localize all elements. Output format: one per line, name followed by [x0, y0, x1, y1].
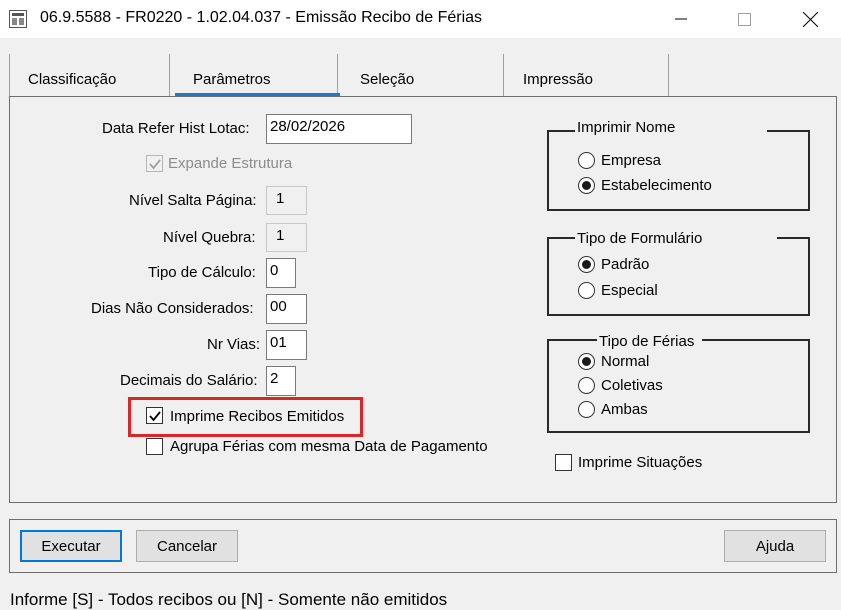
- imprime-situacoes-label: Imprime Situações: [578, 454, 703, 471]
- imprimir-nome-group: [547, 130, 810, 211]
- dias-nao-considerados-input[interactable]: 00: [266, 294, 307, 324]
- maximize-button[interactable]: [716, 0, 772, 38]
- status-text: Informe [S] - Todos recibos ou [N] - Som…: [10, 590, 448, 609]
- tipo-ferias-title: Tipo de Férias: [599, 333, 695, 350]
- group-border: [547, 339, 597, 341]
- radio-padrao[interactable]: [578, 256, 595, 273]
- group-border: [547, 237, 575, 239]
- window-title: 06.9.5588 - FR0220 - 1.02.04.037 - Emiss…: [40, 9, 483, 26]
- tab-classificacao[interactable]: Classificação: [28, 71, 116, 88]
- tab-divider: [9, 54, 10, 96]
- close-icon: [802, 11, 818, 27]
- dias-nao-considerados-label: Dias Não Considerados:: [91, 300, 254, 317]
- radio-especial-label: Especial: [601, 282, 658, 299]
- imprime-recibos-checkbox[interactable]: [146, 407, 163, 424]
- imprime-situacoes-checkbox[interactable]: [555, 454, 572, 471]
- radio-ambas-label: Ambas: [601, 401, 648, 418]
- nr-vias-label: Nr Vias:: [207, 336, 261, 353]
- tab-divider: [169, 54, 170, 96]
- minimize-icon: [675, 18, 687, 20]
- radio-normal[interactable]: [578, 353, 595, 370]
- radio-estabelecimento-label: Estabelecimento: [601, 177, 712, 194]
- nivel-salta-input[interactable]: 1: [266, 186, 307, 215]
- tipo-formulario-title: Tipo de Formulário: [577, 230, 703, 247]
- radio-estabelecimento[interactable]: [578, 177, 595, 194]
- radio-padrao-label: Padrão: [601, 256, 650, 273]
- expande-estrutura-label: Expande Estrutura: [168, 155, 293, 172]
- group-border: [547, 130, 575, 132]
- button-bar: [9, 519, 837, 573]
- tab-impressao[interactable]: Impressão: [523, 71, 593, 88]
- nivel-quebra-input[interactable]: 1: [266, 223, 307, 252]
- tipo-formulario-group: [547, 237, 810, 316]
- radio-selected-dot: [582, 260, 591, 269]
- radio-empresa-label: Empresa: [601, 152, 662, 169]
- ajuda-button[interactable]: Ajuda: [724, 530, 826, 562]
- close-button[interactable]: [782, 0, 838, 38]
- tab-bar: Classificação Parâmetros Seleção Impress…: [0, 38, 841, 98]
- tipo-calculo-label: Tipo de Cálculo:: [148, 264, 256, 281]
- radio-selected-dot: [582, 357, 591, 366]
- radio-ambas[interactable]: [578, 401, 595, 418]
- maximize-icon: [737, 12, 751, 26]
- decimais-salario-input[interactable]: 2: [266, 366, 296, 396]
- imprime-recibos-label: Imprime Recibos Emitidos: [170, 408, 345, 425]
- data-refer-input[interactable]: 28/02/2026: [266, 114, 412, 144]
- executar-button[interactable]: Executar: [20, 530, 122, 562]
- tab-divider: [668, 54, 669, 96]
- radio-normal-label: Normal: [601, 353, 650, 370]
- minimize-button[interactable]: [653, 0, 709, 38]
- radio-coletivas-label: Coletivas: [601, 377, 663, 394]
- group-border: [777, 237, 810, 239]
- imprimir-nome-title: Imprimir Nome: [577, 119, 676, 136]
- expande-estrutura-checkbox[interactable]: [146, 155, 163, 172]
- checkmark-icon: [149, 159, 161, 170]
- group-border: [767, 130, 810, 132]
- radio-coletivas[interactable]: [578, 377, 595, 394]
- tab-parametros[interactable]: Parâmetros: [193, 71, 271, 88]
- checkmark-icon: [149, 411, 161, 422]
- cancelar-button[interactable]: Cancelar: [136, 530, 238, 562]
- tab-divider: [503, 54, 504, 96]
- decimais-salario-label: Decimais do Salário:: [120, 372, 258, 389]
- nivel-quebra-label: Nível Quebra:: [163, 229, 256, 246]
- nivel-salta-label: Nível Salta Página:: [129, 192, 257, 209]
- tipo-calculo-input[interactable]: 0: [266, 258, 296, 288]
- title-bar: 06.9.5588 - FR0220 - 1.02.04.037 - Emiss…: [0, 0, 841, 38]
- radio-selected-dot: [582, 181, 591, 190]
- data-refer-label: Data Refer Hist Lotac:: [102, 120, 250, 137]
- tab-divider: [337, 54, 338, 96]
- radio-empresa[interactable]: [578, 152, 595, 169]
- radio-especial[interactable]: [578, 282, 595, 299]
- app-icon: [9, 10, 27, 28]
- tab-selecao[interactable]: Seleção: [360, 71, 414, 88]
- nr-vias-input[interactable]: 01: [266, 330, 307, 360]
- agrupa-ferias-label: Agrupa Férias com mesma Data de Pagament…: [170, 438, 488, 455]
- agrupa-ferias-checkbox[interactable]: [146, 438, 163, 455]
- group-border: [702, 339, 810, 341]
